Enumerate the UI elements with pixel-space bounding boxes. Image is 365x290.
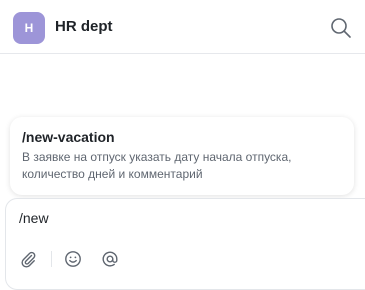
suggestion-description: В заявке на отпуск указать дату начала о…: [22, 150, 292, 181]
emoji-button[interactable]: [63, 249, 83, 269]
suggestion-command: /new-vacation: [22, 129, 115, 145]
search-button[interactable]: [329, 16, 353, 40]
chat-title: HR dept: [55, 18, 113, 35]
mention-button[interactable]: [100, 249, 120, 269]
paperclip-icon: [21, 251, 36, 268]
smile-icon: [65, 251, 81, 267]
search-icon: [331, 18, 351, 38]
toolbar-divider: [51, 251, 52, 267]
command-suggestion[interactable]: /new-vacation В заявке на отпуск указать…: [10, 117, 354, 195]
message-input[interactable]: /new: [19, 210, 49, 226]
avatar[interactable]: H: [13, 12, 45, 44]
at-icon: [102, 251, 118, 267]
message-composer: /new: [5, 198, 365, 290]
chat-header: H HR dept: [0, 0, 365, 54]
attach-button[interactable]: [18, 249, 38, 269]
